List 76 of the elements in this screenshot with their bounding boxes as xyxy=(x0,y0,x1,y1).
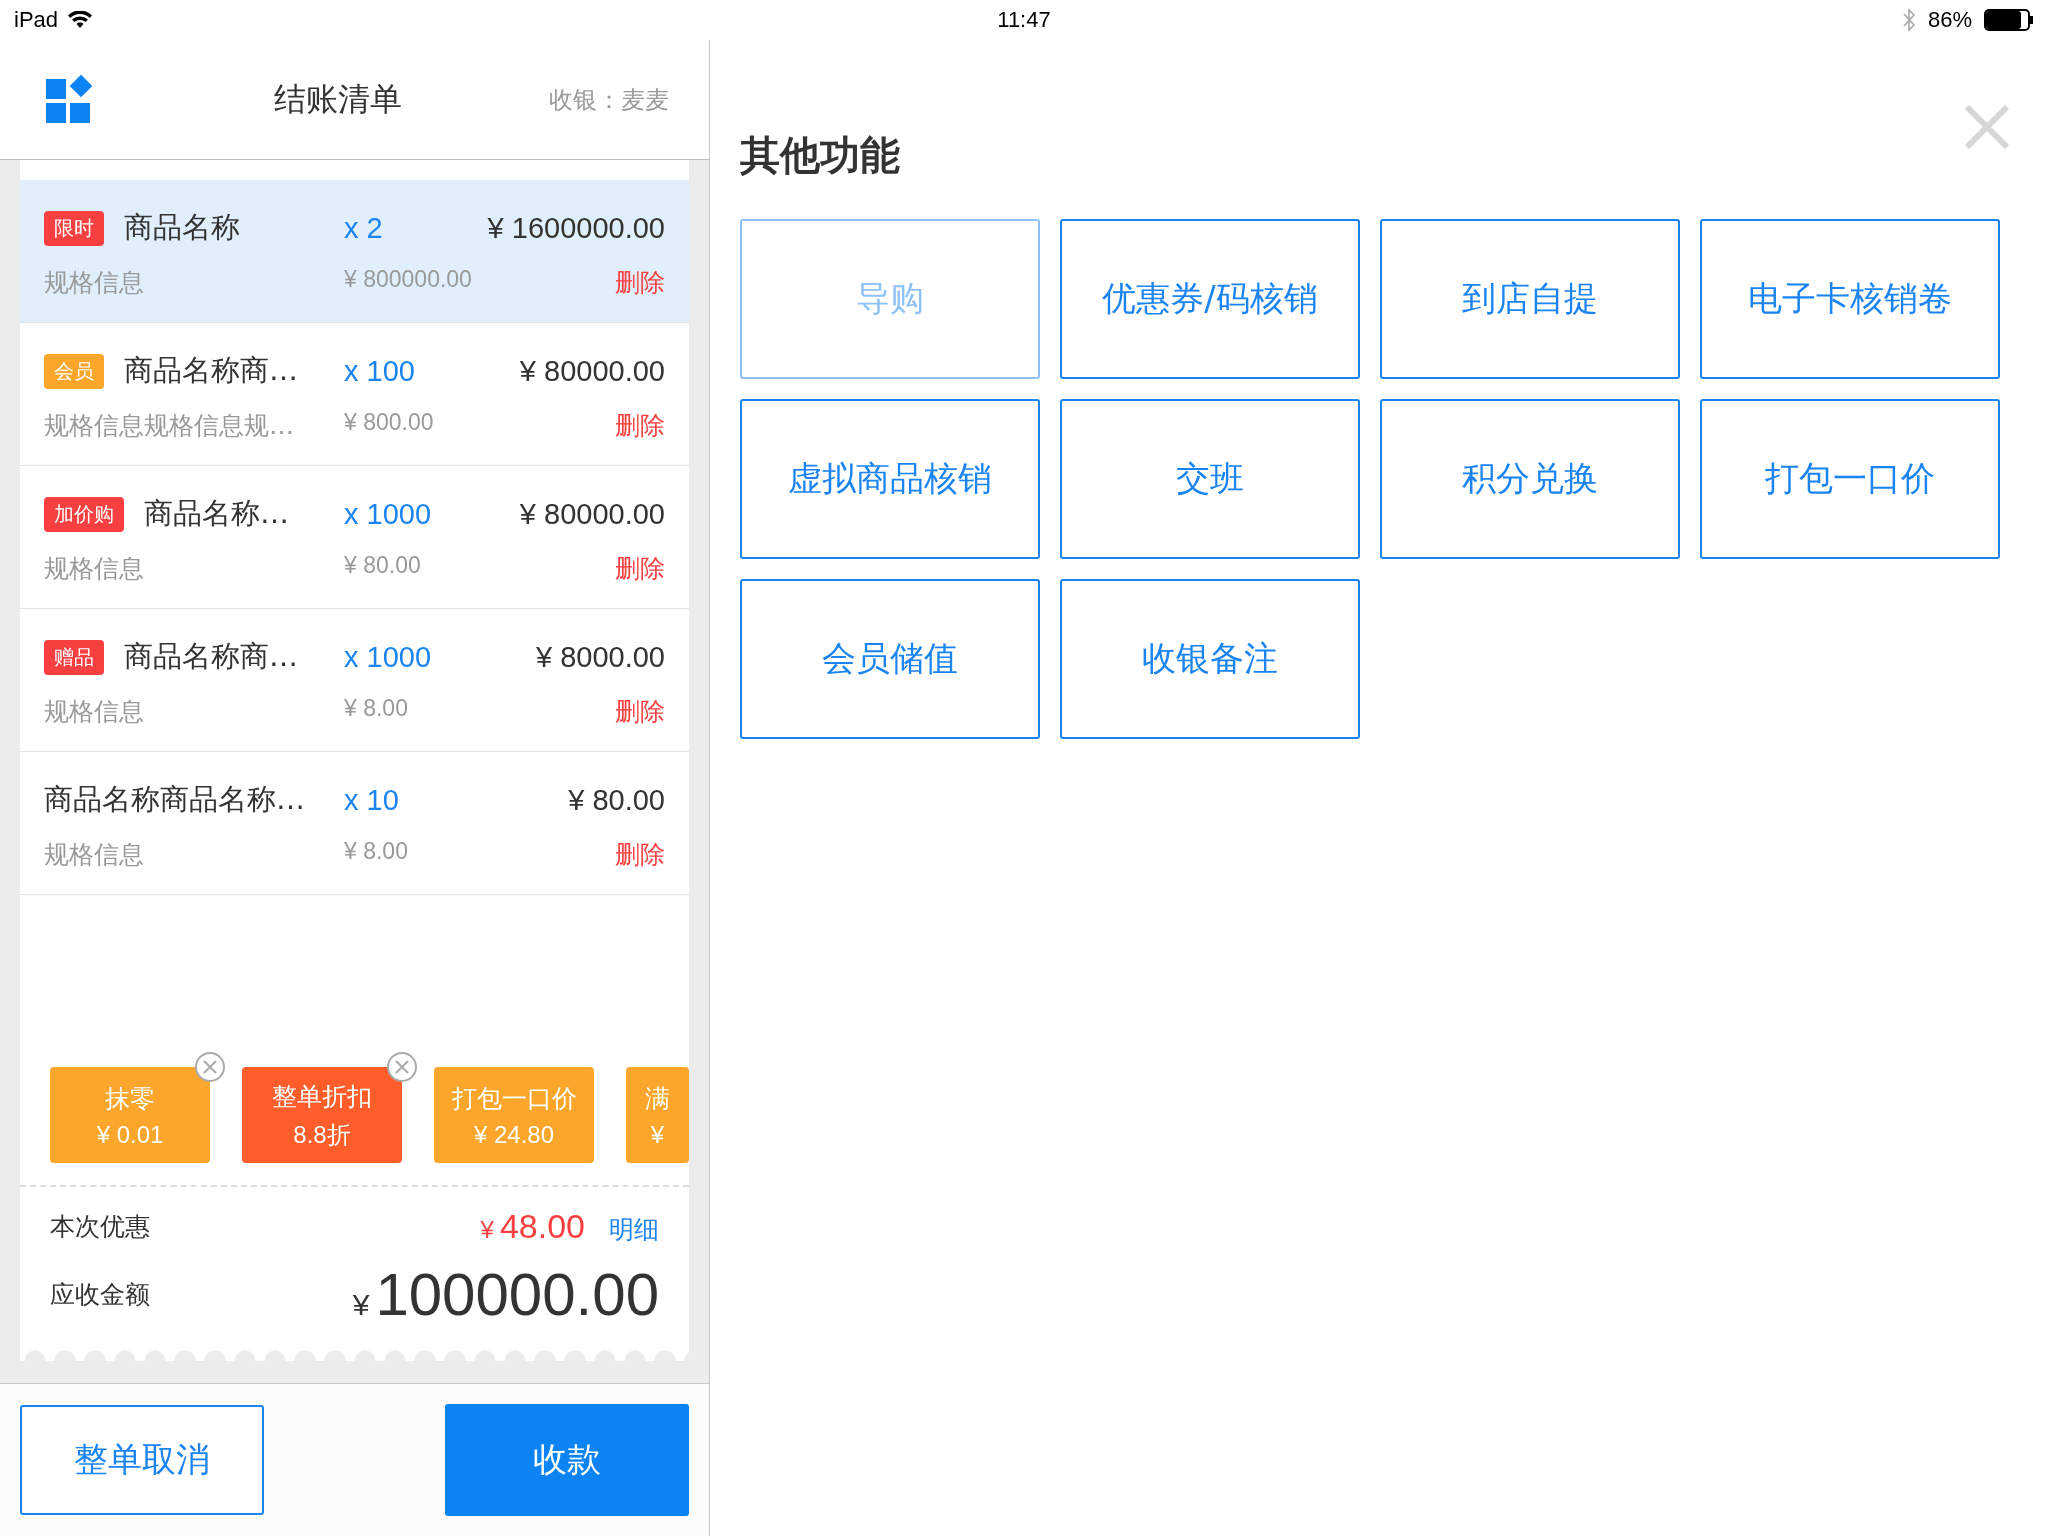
line-total: ¥ 1600000.00 xyxy=(487,211,665,245)
currency-sign: ¥ xyxy=(480,1216,494,1244)
function-button[interactable]: 到店自提 xyxy=(1380,219,1680,379)
discount-chip[interactable]: 整单折扣 8.8折 xyxy=(242,1067,402,1163)
promo-tag: 加价购 xyxy=(44,496,124,532)
remove-icon[interactable] xyxy=(386,1051,418,1083)
bluetooth-icon xyxy=(1901,8,1916,32)
unit-price: ¥ 800.00 xyxy=(344,409,435,437)
discount-label: 打包一口价 xyxy=(451,1082,577,1115)
discount-label: 满 xyxy=(645,1082,670,1115)
spec-info: 规格信息 xyxy=(44,839,145,871)
spec-info: 规格信息 xyxy=(44,696,145,728)
discount-value: 8.8折 xyxy=(293,1119,351,1150)
line-total: ¥ 80000.00 xyxy=(519,354,665,388)
currency-sign: ¥ xyxy=(352,1288,370,1322)
function-button[interactable]: 交班 xyxy=(1060,399,1360,559)
unit-price: ¥ 8.00 xyxy=(344,695,409,723)
delete-button[interactable]: 删除 xyxy=(615,838,665,871)
discount-chip[interactable]: 抹零 ¥ 0.01 xyxy=(50,1067,210,1163)
spec-info: 规格信息 xyxy=(44,553,145,585)
function-button[interactable]: 打包一口价 xyxy=(1700,399,2000,559)
function-button[interactable]: 虚拟商品核销 xyxy=(740,399,1040,559)
spec-info: 规格信息 xyxy=(44,267,145,299)
unit-price: ¥ 800000.00 xyxy=(344,266,473,294)
unit-price: ¥ 8.00 xyxy=(344,838,409,866)
unit-price: ¥ 80.00 xyxy=(344,552,422,580)
product-name: 商品名称商… xyxy=(124,352,298,389)
spec-info: 规格信息规格信息规… xyxy=(44,410,295,442)
product-name: 商品名称商… xyxy=(124,638,298,675)
discount-total: 48.00 xyxy=(499,1207,585,1246)
discount-chip[interactable]: 打包一口价 ¥ 24.80 xyxy=(434,1067,594,1163)
function-button[interactable]: 电子卡核销卷 xyxy=(1700,219,2000,379)
promo-tag: 会员 xyxy=(44,353,104,389)
promo-tag: 赠品 xyxy=(44,639,104,675)
delete-button[interactable]: 删除 xyxy=(615,695,665,728)
quantity: x 10 xyxy=(344,783,400,817)
discount-chip[interactable]: 满 ¥ xyxy=(626,1067,689,1163)
product-name: 商品名称… xyxy=(144,495,289,532)
function-button[interactable]: 优惠券/码核销 xyxy=(1060,219,1360,379)
discount-value: ¥ 0.01 xyxy=(96,1120,164,1149)
page-title: 结账清单 xyxy=(272,78,402,120)
line-total: ¥ 8000.00 xyxy=(536,640,665,674)
cashier-label: 收银：麦麦 xyxy=(549,84,669,116)
quantity: x 2 xyxy=(344,211,384,245)
panel-title: 其他功能 xyxy=(740,131,901,180)
delete-button[interactable]: 删除 xyxy=(615,409,665,442)
product-name: 商品名称商品名称… xyxy=(44,781,305,818)
product-name: 商品名称 xyxy=(124,209,240,246)
amount-due-label: 应收金额 xyxy=(50,1279,151,1311)
discount-value: ¥ xyxy=(650,1120,665,1149)
function-button[interactable]: 积分兑换 xyxy=(1380,399,1680,559)
line-total: ¥ 80000.00 xyxy=(519,497,665,531)
remove-icon[interactable] xyxy=(194,1051,226,1083)
delete-button[interactable]: 删除 xyxy=(615,552,665,585)
function-button[interactable]: 会员储值 xyxy=(740,579,1040,739)
line-total: ¥ 80.00 xyxy=(568,783,665,817)
detail-link[interactable]: 明细 xyxy=(609,1213,659,1246)
discount-value: ¥ 24.80 xyxy=(473,1120,555,1149)
battery-percent: 86% xyxy=(1927,7,1972,33)
quantity: x 1000 xyxy=(344,497,433,531)
delete-button[interactable]: 删除 xyxy=(615,266,665,299)
cart-item[interactable]: 限时 商品名称 x 2 ¥ 1600000.00 规格信息 ¥ 800000.00 删除 xyxy=(20,180,689,323)
checkout-button[interactable]: 收款 xyxy=(445,1404,689,1516)
battery-icon xyxy=(1984,9,2034,31)
wifi-icon xyxy=(68,11,93,29)
promo-tag: 限时 xyxy=(44,210,104,246)
quantity: x 1000 xyxy=(344,640,433,674)
discount-label: 抹零 xyxy=(105,1082,155,1115)
clock: 11:47 xyxy=(997,7,1051,33)
discount-label: 整单折扣 xyxy=(272,1080,372,1113)
device-name: iPad xyxy=(14,7,59,33)
quantity: x 100 xyxy=(344,354,416,388)
cancel-order-button[interactable]: 整单取消 xyxy=(20,1405,264,1515)
discount-total-label: 本次优惠 xyxy=(50,1211,151,1243)
amount-due: 100000.00 xyxy=(375,1260,659,1329)
function-button[interactable]: 收银备注 xyxy=(1060,579,1360,739)
